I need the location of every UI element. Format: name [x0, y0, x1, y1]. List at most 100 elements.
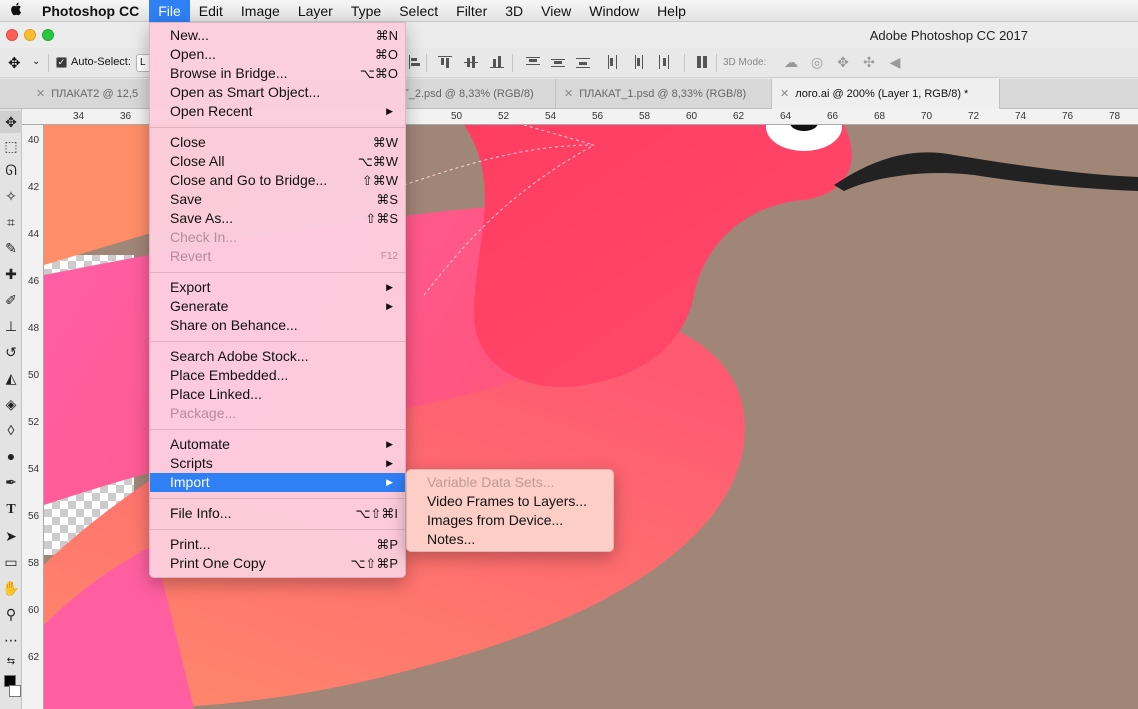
ruler-tick-label: 78	[1109, 111, 1121, 122]
crop-tool-icon[interactable]: ⌗	[0, 211, 22, 233]
menu-filter[interactable]: Filter	[447, 0, 496, 22]
menu-item-generate[interactable]: Generate ▶	[150, 297, 405, 316]
menu-item-video-frames-to-layers[interactable]: Video Frames to Layers...	[407, 492, 613, 511]
menu-item-save[interactable]: Save ⌘S	[150, 190, 405, 209]
menu-item-label: Close All	[170, 153, 225, 169]
menu-item-place-embedded[interactable]: Place Embedded...	[150, 366, 405, 385]
menu-type[interactable]: Type	[342, 0, 390, 22]
3d-roll-icon[interactable]: ◎	[809, 54, 825, 70]
menu-item-save-as[interactable]: Save As... ⇧⌘S	[150, 209, 405, 228]
menu-separator	[150, 127, 405, 128]
menu-item-images-from-device[interactable]: Images from Device...	[407, 511, 613, 530]
minimize-window-button[interactable]	[24, 29, 36, 41]
eyedropper-tool-icon[interactable]: ✎	[0, 237, 22, 259]
menu-item-file-info[interactable]: File Info... ⌥⇧⌘I	[150, 504, 405, 523]
menu-item-label: Place Embedded...	[170, 367, 289, 383]
menu-3d[interactable]: 3D	[496, 0, 532, 22]
menu-item-print[interactable]: Print... ⌘P	[150, 535, 405, 554]
3d-orbit-icon[interactable]: ☁	[783, 54, 799, 70]
menu-window[interactable]: Window	[580, 0, 648, 22]
menu-item-open-recent[interactable]: Open Recent ▶	[150, 102, 405, 121]
distribute-left-icon[interactable]	[606, 55, 620, 69]
chevron-down-icon[interactable]: ⌄	[32, 56, 40, 67]
healing-brush-tool-icon[interactable]: ✚	[0, 263, 22, 285]
auto-align-layers-icon[interactable]	[695, 55, 709, 69]
marquee-tool-icon[interactable]: ⬚	[0, 135, 22, 157]
menu-item-label: Print...	[170, 536, 211, 552]
document-tab[interactable]: T_2.psd @ 8,33% (RGB/8)	[400, 79, 556, 109]
3d-pan-icon[interactable]: ✥	[835, 54, 851, 70]
distribute-centers-icon[interactable]	[551, 55, 565, 69]
menu-item-automate[interactable]: Automate ▶	[150, 435, 405, 454]
distribute-right-icon[interactable]	[656, 55, 670, 69]
brush-tool-icon[interactable]: ✐	[0, 289, 22, 311]
menu-item-open-as-smart-object[interactable]: Open as Smart Object...	[150, 83, 405, 102]
menu-layer[interactable]: Layer	[289, 0, 342, 22]
distribute-top-icon[interactable]	[526, 55, 540, 69]
document-tab[interactable]: ✕ ПЛАКАТ_1.psd @ 8,33% (RGB/8)	[556, 79, 772, 109]
menu-separator	[150, 341, 405, 342]
auto-select-checkbox[interactable]: ✓	[56, 57, 67, 68]
clone-stamp-tool-icon[interactable]: ⊥	[0, 315, 22, 337]
distribute-horizontal-centers-icon[interactable]	[631, 55, 645, 69]
3d-slide-icon[interactable]: ✣	[861, 54, 877, 70]
apple-menu-icon[interactable]	[0, 2, 32, 20]
ruler-tick-label: 56	[28, 511, 40, 522]
menu-item-search-adobe-stock[interactable]: Search Adobe Stock...	[150, 347, 405, 366]
path-selection-tool-icon[interactable]: ➤	[0, 525, 22, 547]
close-tab-icon[interactable]: ✕	[564, 88, 573, 100]
history-brush-tool-icon[interactable]: ↺	[0, 341, 22, 363]
rectangle-tool-icon[interactable]: ▭	[0, 551, 22, 573]
menu-select[interactable]: Select	[390, 0, 447, 22]
menu-file[interactable]: File	[149, 0, 190, 22]
align-bottom-edges-icon[interactable]	[490, 55, 504, 69]
move-tool-preset-icon[interactable]: ✥	[8, 54, 21, 72]
menu-item-open[interactable]: Open... ⌘O	[150, 45, 405, 64]
swap-colors-icon[interactable]: ⇆	[0, 651, 22, 673]
menu-item-notes[interactable]: Notes...	[407, 530, 613, 549]
menu-item-scripts[interactable]: Scripts ▶	[150, 454, 405, 473]
align-top-edges-icon[interactable]	[438, 55, 452, 69]
menu-item-import[interactable]: Import ▶	[150, 473, 405, 492]
blur-tool-icon[interactable]: ◊	[0, 419, 22, 441]
hand-tool-icon[interactable]: ✋	[0, 577, 22, 599]
type-tool-icon[interactable]: T	[0, 499, 22, 521]
menu-item-close-and-go-to-bridge[interactable]: Close and Go to Bridge... ⇧⌘W	[150, 171, 405, 190]
close-tab-icon[interactable]: ✕	[36, 88, 45, 100]
magic-wand-tool-icon[interactable]: ✧	[0, 185, 22, 207]
menu-image[interactable]: Image	[232, 0, 289, 22]
3d-scale-icon[interactable]: ◀	[887, 54, 903, 70]
align-left-edges-icon[interactable]	[408, 55, 422, 69]
menu-item-close-all[interactable]: Close All ⌥⌘W	[150, 152, 405, 171]
zoom-window-button[interactable]	[42, 29, 54, 41]
ruler-tick-label: 60	[686, 111, 698, 122]
menu-edit[interactable]: Edit	[190, 0, 232, 22]
close-window-button[interactable]	[6, 29, 18, 41]
document-tab[interactable]: ✕ ПЛАКАТ2 @ 12,5	[28, 79, 150, 109]
move-tool-icon[interactable]: ✥	[0, 111, 22, 133]
file-menu-dropdown: New... ⌘N Open... ⌘O Browse in Bridge... ⌥⌘…	[149, 22, 406, 578]
menu-item-print-one-copy[interactable]: Print One Copy ⌥⇧⌘P	[150, 554, 405, 573]
document-tab-active[interactable]: ✕ лого.ai @ 200% (Layer 1, RGB/8) *	[772, 79, 1000, 109]
lasso-tool-icon[interactable]: ᘏ	[0, 159, 22, 181]
background-color-swatch[interactable]	[9, 685, 21, 697]
pen-tool-icon[interactable]: ✒	[0, 471, 22, 493]
menu-item-export[interactable]: Export ▶	[150, 278, 405, 297]
app-name-menu[interactable]: Photoshop CC	[32, 3, 149, 19]
paint-bucket-tool-icon[interactable]: ◈	[0, 393, 22, 415]
menu-item-new[interactable]: New... ⌘N	[150, 26, 405, 45]
menu-item-share-on-behance[interactable]: Share on Behance...	[150, 316, 405, 335]
dodge-tool-icon[interactable]: ●	[0, 445, 22, 467]
menu-shortcut: ⇧⌘S	[365, 211, 398, 226]
menu-item-place-linked[interactable]: Place Linked...	[150, 385, 405, 404]
menu-view[interactable]: View	[532, 0, 580, 22]
align-vertical-centers-icon[interactable]	[464, 55, 478, 69]
distribute-bottom-icon[interactable]	[576, 55, 590, 69]
eraser-tool-icon[interactable]: ◭	[0, 367, 22, 389]
menu-item-browse-in-bridge[interactable]: Browse in Bridge... ⌥⌘O	[150, 64, 405, 83]
menu-item-close[interactable]: Close ⌘W	[150, 133, 405, 152]
zoom-tool-icon[interactable]: ⚲	[0, 603, 22, 625]
more-tools-icon[interactable]: ⋯	[0, 629, 22, 651]
close-tab-icon[interactable]: ✕	[780, 88, 789, 100]
menu-help[interactable]: Help	[648, 0, 695, 22]
